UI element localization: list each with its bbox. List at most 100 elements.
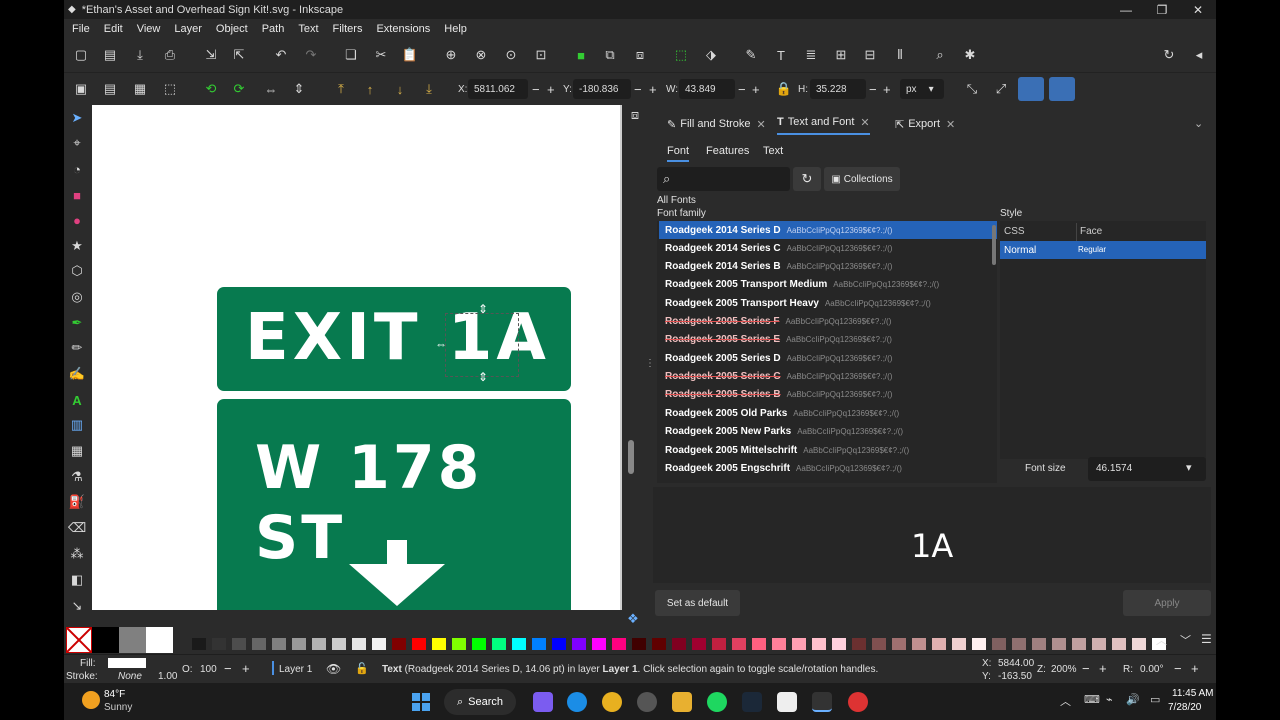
app-icon[interactable]: [777, 692, 797, 712]
selection-box[interactable]: [445, 313, 519, 377]
tab-fill-and-stroke[interactable]: ✎ Fill and Stroke ✕: [667, 113, 766, 135]
y-decrement[interactable]: −: [634, 82, 642, 97]
paint-bucket-tool-icon[interactable]: ⛽: [68, 493, 86, 511]
font-item[interactable]: Roadgeek 2005 Mittelschrift AaBbCcIiPpQq1…: [659, 441, 997, 459]
circle-tool-icon[interactable]: ●: [68, 211, 86, 229]
destination-panel[interactable]: W 178 ST: [213, 395, 575, 610]
gradient-tool-icon[interactable]: ▥: [68, 416, 86, 434]
palette-swatch[interactable]: [552, 638, 566, 650]
palette-swatch[interactable]: [1112, 638, 1126, 650]
font-item[interactable]: Roadgeek 2005 Transport Heavy AaBbCcIiPpQ…: [659, 294, 997, 312]
3d-box-tool-icon[interactable]: ⬡: [68, 262, 86, 280]
start-icon[interactable]: [411, 692, 431, 712]
swatch-black[interactable]: [92, 627, 119, 653]
font-item[interactable]: Roadgeek 2005 New Parks AaBbCcIiPpQq12369…: [659, 422, 997, 440]
spray-tool-icon[interactable]: ⁂: [68, 545, 86, 563]
palette-menu-icon[interactable]: ☰: [1201, 632, 1212, 646]
copy-icon[interactable]: ❏: [342, 46, 360, 64]
stroke-value[interactable]: None: [118, 671, 142, 682]
palette-swatch[interactable]: [492, 638, 506, 650]
palette-swatch[interactable]: [432, 638, 446, 650]
palette-swatch[interactable]: [532, 638, 546, 650]
palette-swatch[interactable]: [752, 638, 766, 650]
zoom-in[interactable]: +: [1099, 661, 1107, 676]
selector-tool-icon[interactable]: ➤: [68, 109, 86, 127]
tab-font[interactable]: Font: [667, 145, 690, 162]
font-item-missing[interactable]: Roadgeek 2005 Series B AaBbCcIiPpQq12369$…: [659, 385, 997, 403]
swatch-gray[interactable]: [119, 627, 146, 653]
clone-icon[interactable]: ⧉: [601, 46, 619, 64]
canvas-options-icon[interactable]: ⧈: [626, 106, 644, 124]
ungroup-icon[interactable]: ⬗: [702, 46, 720, 64]
copilot-icon[interactable]: [533, 692, 553, 712]
rotate-cw-icon[interactable]: ⟳: [230, 80, 248, 98]
font-item-missing[interactable]: Roadgeek 2005 Series F AaBbCcIiPpQq12369$…: [659, 312, 997, 330]
duplicate-icon[interactable]: ■: [572, 46, 590, 64]
rotate-ccw-icon[interactable]: ⟲: [202, 80, 220, 98]
spotify-icon[interactable]: [707, 692, 727, 712]
palette-swatch[interactable]: [712, 638, 726, 650]
file-explorer-icon[interactable]: [672, 692, 692, 712]
scale-handle-left[interactable]: ⇔: [435, 337, 447, 351]
font-item[interactable]: Roadgeek 2005 Series D AaBbCcIiPpQq12369$…: [659, 349, 997, 367]
scale-radius-icon[interactable]: ⤢: [992, 80, 1010, 98]
font-item[interactable]: Roadgeek 2014 Series B AaBbCcIiPpQq12369$…: [659, 257, 997, 275]
import-icon[interactable]: ⇲: [202, 46, 220, 64]
zoom-out[interactable]: −: [1082, 661, 1090, 676]
palette-swatch[interactable]: [1032, 638, 1046, 650]
select-same-icon[interactable]: ⬚: [161, 80, 179, 98]
raise-icon[interactable]: ↑: [361, 80, 379, 98]
print-icon[interactable]: ⎙: [161, 46, 179, 64]
palette-swatch[interactable]: [572, 638, 586, 650]
font-item-missing[interactable]: Roadgeek 2005 Series C AaBbCcIiPpQq12369$…: [659, 367, 997, 385]
palette-swatch[interactable]: [192, 638, 206, 650]
palette-swatch[interactable]: [932, 638, 946, 650]
flip-vertical-icon[interactable]: ⇕: [290, 80, 308, 98]
font-item[interactable]: Roadgeek 2005 Transport Medium AaBbCcIiPp…: [659, 275, 997, 293]
tab-text[interactable]: Text: [763, 145, 783, 157]
connector-tool-icon[interactable]: ↘: [68, 597, 86, 615]
font-search-input[interactable]: ⌕: [657, 167, 790, 191]
new-document-icon[interactable]: ▢: [72, 46, 90, 64]
menu-extensions[interactable]: Extensions: [376, 23, 430, 35]
palette-swatch[interactable]: [832, 638, 846, 650]
cut-icon[interactable]: ✂: [372, 46, 390, 64]
close-button[interactable]: ✕: [1180, 0, 1216, 19]
minimize-button[interactable]: —: [1108, 0, 1144, 19]
visibility-icon[interactable]: 👁: [326, 662, 341, 676]
snap-icon[interactable]: ↻: [1160, 46, 1178, 64]
steam-icon[interactable]: [742, 692, 762, 712]
opacity-value[interactable]: 100: [200, 664, 217, 675]
palette-swatch[interactable]: [812, 638, 826, 650]
palette-swatch[interactable]: [912, 638, 926, 650]
tab-close-icon[interactable]: ✕: [860, 116, 869, 129]
rotation-decrement[interactable]: −: [1174, 661, 1182, 676]
chatgpt-icon[interactable]: [637, 692, 657, 712]
menu-file[interactable]: File: [72, 23, 90, 35]
set-as-default-button[interactable]: Set as default: [655, 590, 740, 616]
palette-swatch[interactable]: [992, 638, 1006, 650]
undo-icon[interactable]: ↶: [272, 46, 290, 64]
snap-toggle-icon[interactable]: ◂: [1190, 46, 1208, 64]
w-increment[interactable]: +: [752, 82, 760, 97]
palette-swatch[interactable]: [272, 638, 286, 650]
find-icon[interactable]: ⌕: [931, 46, 949, 64]
rotation-increment[interactable]: +: [1191, 661, 1199, 676]
palette-swatch[interactable]: [472, 638, 486, 650]
apply-button[interactable]: Apply: [1123, 590, 1211, 616]
palette-swatch[interactable]: [872, 638, 886, 650]
chevron-up-icon[interactable]: ︿: [1060, 693, 1071, 709]
palette-swatch[interactable]: [252, 638, 266, 650]
open-icon[interactable]: ▤: [101, 46, 119, 64]
palette-swatch[interactable]: [672, 638, 686, 650]
no-paint-swatch[interactable]: [66, 627, 92, 653]
menu-filters[interactable]: Filters: [333, 23, 363, 35]
scale-handle-bottom[interactable]: ⇕: [478, 370, 488, 384]
group-icon[interactable]: ⬚: [672, 46, 690, 64]
unlink-clone-icon[interactable]: ⧈: [631, 46, 649, 64]
palette-swatch[interactable]: [1072, 638, 1086, 650]
palette-swatch[interactable]: [592, 638, 606, 650]
scale-handle-right[interactable]: ⇔: [517, 337, 529, 351]
deselect-icon[interactable]: ▦: [131, 80, 149, 98]
y-increment[interactable]: +: [649, 82, 657, 97]
